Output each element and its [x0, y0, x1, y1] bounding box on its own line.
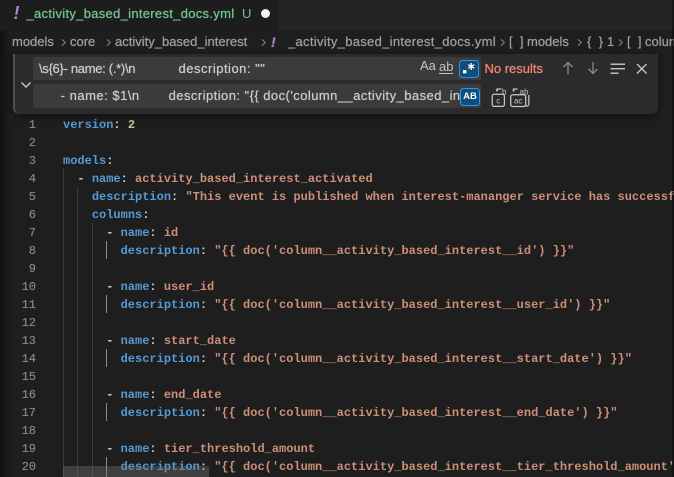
svg-text:b: b — [502, 87, 507, 96]
svg-text:ab: ab — [520, 87, 529, 96]
svg-text:c: c — [496, 96, 500, 105]
svg-text:ac: ac — [514, 96, 522, 105]
